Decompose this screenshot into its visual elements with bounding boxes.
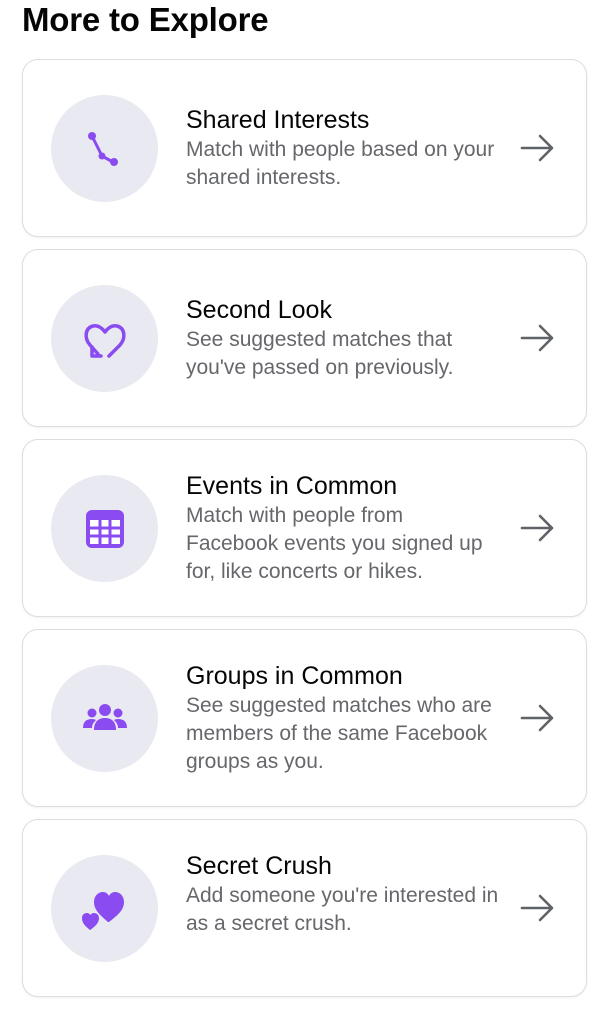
card-title: Events in Common — [186, 472, 398, 500]
calendar-icon-container — [51, 475, 158, 582]
heart-replay-icon — [83, 323, 126, 358]
heart-replay-icon-container — [51, 285, 158, 392]
hearts-icon — [81, 891, 124, 930]
shared-interests-icon — [87, 131, 118, 166]
card-title: Secret Crush — [186, 852, 332, 880]
card-description: Match with people from Facebook events y… — [186, 504, 483, 583]
card-description: Match with people based on your shared i… — [186, 138, 495, 189]
card-second-look[interactable]: Second Look See suggested matches that y… — [22, 249, 587, 427]
calendar-icon — [85, 509, 124, 548]
card-title: Groups in Common — [186, 662, 403, 690]
arrow-right-icon[interactable] — [520, 702, 556, 734]
card-secret-crush[interactable]: Secret Crush Add someone you're interest… — [22, 819, 587, 997]
card-description: See suggested matches who are members of… — [186, 694, 492, 773]
arrow-right-icon[interactable] — [520, 512, 556, 544]
hearts-icon-container — [51, 855, 158, 962]
arrow-right-icon[interactable] — [520, 132, 556, 164]
card-events-in-common[interactable]: Events in Common Match with people from … — [22, 439, 587, 617]
card-title: Shared Interests — [186, 106, 370, 134]
card-description: Add someone you're interested in as a se… — [186, 884, 499, 935]
group-icon-container — [51, 665, 158, 772]
card-description: See suggested matches that you've passed… — [186, 328, 454, 379]
arrow-right-icon[interactable] — [520, 322, 556, 354]
group-icon — [82, 703, 127, 730]
page-title: More to Explore — [22, 1, 269, 38]
arrow-right-icon[interactable] — [520, 892, 556, 924]
card-groups-in-common[interactable]: Groups in Common See suggested matches w… — [22, 629, 587, 807]
card-shared-interests[interactable]: Shared Interests Match with people based… — [22, 59, 587, 237]
shared-interests-icon-container — [51, 95, 158, 202]
card-title: Second Look — [186, 296, 332, 324]
